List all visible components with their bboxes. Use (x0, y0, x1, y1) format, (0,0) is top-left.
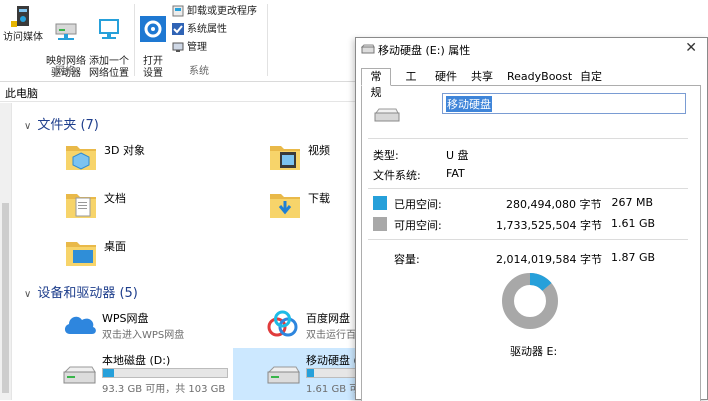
capacity-bytes: 2,014,019,584 字节 (496, 253, 602, 266)
system-properties-label: 系统属性 (187, 24, 227, 35)
baidu-netdisk-icon (267, 310, 298, 337)
ribbon-divider (134, 4, 135, 76)
used-space-size: 267 MB (611, 196, 653, 209)
hard-drive-icon (63, 366, 96, 384)
removable-drive-icon (267, 366, 300, 384)
chevron-down-icon: ∨ (24, 289, 32, 300)
manage-button[interactable]: 管理 (172, 40, 207, 56)
ribbon-divider (267, 4, 268, 76)
drive-icon (361, 44, 375, 54)
drive-usage-bar (306, 368, 356, 378)
type-label: 类型: (373, 149, 399, 162)
tab-customize[interactable]: 自定义 (569, 68, 613, 99)
tab-readyboost[interactable]: ReadyBoost (501, 68, 572, 86)
open-settings-label: 打开 设置 (143, 56, 163, 79)
map-network-drive-button[interactable]: 映射网络 驱动器 ▾ (45, 4, 87, 92)
drive-letter-label: 驱动器 E: (510, 345, 558, 358)
devices-section-title: 设备和驱动器 (5) (37, 286, 138, 301)
folders-section-header[interactable]: ∨ 文件夹 (7) (24, 114, 99, 133)
computer-management-icon (172, 42, 184, 52)
device-subtitle: 93.3 GB 可用，共 103 GB (102, 384, 226, 395)
add-network-location-icon (99, 19, 119, 39)
device-subtitle: 双击运行百 (306, 330, 356, 341)
used-space-bytes: 280,494,080 字节 (506, 198, 602, 211)
capacity-label: 容量: (394, 253, 420, 266)
tab-tools[interactable]: 工具 (395, 68, 427, 99)
3d-objects-folder-icon (66, 146, 96, 170)
add-network-location-label: 添加一个 网络位置 (89, 56, 129, 79)
programs-icon (172, 5, 184, 17)
capacity-size: 1.87 GB (611, 251, 656, 264)
devices-section-header[interactable]: ∨ 设备和驱动器 (5) (24, 282, 138, 301)
drive-usage-fill (103, 369, 115, 377)
chevron-down-icon: ∨ (24, 121, 32, 132)
device-name: 本地磁盘 (D:) (102, 354, 171, 367)
free-space-size: 1.61 GB (611, 217, 656, 230)
network-group-label: 网络 (55, 66, 75, 77)
drive-usage-fill (307, 369, 314, 377)
media-server-icon (11, 6, 29, 27)
device-subtitle: 1.61 GB 可 (306, 384, 360, 395)
checkmark-icon (172, 23, 184, 35)
tab-general[interactable]: 常规 (361, 68, 391, 99)
type-value: U 盘 (446, 149, 469, 162)
usage-donut (502, 273, 558, 329)
manage-label: 管理 (187, 42, 207, 53)
folder-name: 文档 (104, 192, 126, 205)
uninstall-programs-button[interactable]: 卸载或更改程序 (172, 4, 257, 20)
drive-name-value: 移动硬盘 (446, 96, 492, 112)
wps-cloud-icon (64, 316, 96, 334)
open-settings-button[interactable]: 打开 设置 (138, 4, 168, 80)
filesystem-label: 文件系统: (373, 169, 421, 182)
filesystem-value: FAT (446, 167, 465, 180)
close-icon[interactable]: ✕ (685, 40, 697, 56)
device-name: WPS网盘 (102, 312, 149, 325)
divider (368, 138, 688, 139)
desktop-folder-icon (66, 242, 96, 266)
downloads-folder-icon (270, 194, 300, 218)
drive-name-input[interactable]: 移动硬盘 (442, 93, 686, 114)
uninstall-programs-label: 卸载或更改程序 (187, 6, 257, 17)
folder-name: 桌面 (104, 240, 126, 253)
system-group-label: 系统 (189, 66, 209, 77)
map-network-drive-icon (55, 23, 77, 40)
scrollbar-thumb[interactable] (2, 203, 9, 393)
drive-usage-bar (102, 368, 228, 378)
properties-dialog: 移动硬盘 (E:) 属性 ✕ 常规 工具 硬件 共享 ReadyBoost 自定… (355, 37, 708, 401)
folders-section-title: 文件夹 (7) (37, 118, 99, 133)
left-scrollbar[interactable] (0, 103, 12, 400)
device-name: 百度网盘 (306, 312, 350, 325)
free-space-label: 可用空间: (394, 219, 442, 232)
device-subtitle: 双击进入WPS网盘 (102, 330, 185, 341)
folder-name: 3D 对象 (104, 144, 145, 157)
system-properties-button[interactable]: 系统属性 (172, 22, 227, 38)
used-space-swatch (373, 196, 387, 210)
divider (368, 188, 688, 189)
access-media-label: 访问媒体 (3, 32, 43, 43)
free-space-swatch (373, 217, 387, 231)
add-network-location-button[interactable]: 添加一个 网络位置 (88, 4, 130, 80)
videos-folder-icon (270, 146, 300, 170)
dialog-title: 移动硬盘 (E:) 属性 (378, 44, 471, 57)
folder-name: 视频 (308, 144, 330, 157)
folder-name: 下载 (308, 192, 330, 205)
tab-sharing[interactable]: 共享 (465, 68, 499, 86)
dialog-title-bar[interactable]: 移动硬盘 (E:) 属性 ✕ (356, 38, 707, 62)
documents-folder-icon (66, 194, 96, 218)
divider (368, 239, 688, 240)
access-media-button[interactable]: 访问媒体 (2, 4, 44, 44)
used-space-label: 已用空间: (394, 198, 442, 211)
removable-drive-icon (374, 108, 400, 122)
tab-hardware[interactable]: 硬件 (429, 68, 463, 86)
free-space-bytes: 1,733,525,504 字节 (496, 219, 602, 232)
gear-icon (140, 16, 166, 42)
address-path: 此电脑 (5, 87, 38, 100)
